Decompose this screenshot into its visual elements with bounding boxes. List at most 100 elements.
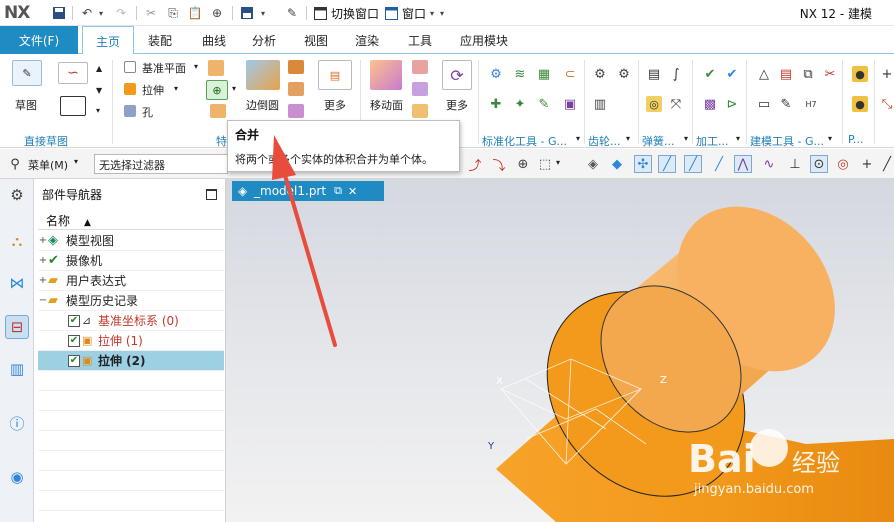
repeat-dropdown-icon[interactable]: ▾ [258, 4, 268, 22]
spring-icon-2[interactable]: ∫ [668, 66, 684, 82]
select-icon-1[interactable]: ⊕ [514, 155, 532, 173]
chamfer-icon[interactable] [288, 60, 304, 74]
feature-small-icon[interactable] [208, 60, 224, 76]
datum-dropdown-icon[interactable]: ▾ [194, 62, 198, 71]
sync-icon-1[interactable] [412, 60, 428, 74]
collapse-icon[interactable]: − [38, 295, 48, 306]
curve-icon[interactable]: ∽ [58, 62, 88, 84]
draft-icon[interactable] [288, 104, 304, 118]
tab-curve[interactable]: 曲线 [202, 32, 226, 49]
p-group-icon-4[interactable]: ⤡ [880, 96, 894, 112]
machining-icon-4[interactable]: ⊳ [724, 96, 740, 112]
menu-dropdown-icon[interactable]: ▾ [74, 157, 78, 166]
switch-window-label[interactable]: 切换窗口 [331, 5, 379, 22]
graphics-window[interactable]: ◈ _model1.prt ⧉ ✕ X Y Z Bai 经验 jingyan.b… [226, 179, 894, 522]
nav-item-extrude-1[interactable]: ✔ ▣ 拉伸 (1) [38, 331, 224, 351]
expand-icon[interactable]: + [38, 275, 48, 286]
nav-item-datum-csys[interactable]: ✔ ⊿ 基准坐标系 (0) [38, 311, 224, 331]
datum-plane-icon[interactable] [124, 61, 136, 73]
web-browser-icon[interactable]: ⓘ [5, 411, 29, 435]
edge-blend-label[interactable]: 边倒圆 [246, 97, 279, 113]
gc-icon-1[interactable]: ⚙ [488, 66, 504, 82]
gear-tool-icon-2[interactable]: ⚙ [616, 66, 632, 82]
unite-dropdown-icon[interactable]: ▾ [232, 84, 236, 93]
gc-icon-5[interactable]: ✦ [512, 96, 528, 112]
spring-icon-3[interactable]: ◎ [646, 96, 662, 112]
settings-icon[interactable]: ⚙ [5, 183, 29, 207]
feature-small-icon-2[interactable] [210, 104, 226, 118]
gear-tool-icon-1[interactable]: ⚙ [592, 66, 608, 82]
snap-center-icon[interactable]: ⊙ [810, 155, 828, 173]
p-group-icon-2[interactable]: ● [852, 96, 868, 112]
window-dropdown-icon[interactable]: ▾ [428, 4, 436, 22]
column-header-name[interactable]: 名称 ▲ [38, 210, 224, 230]
more-sync-label[interactable]: 更多 [446, 97, 468, 113]
visibility-checkbox[interactable]: ✔ [68, 334, 80, 347]
sort-ascending-icon[interactable]: ▲ [84, 218, 91, 228]
window-icon[interactable] [383, 4, 399, 22]
snap-tangent-icon[interactable]: ⊥ [786, 155, 804, 173]
gear-tool-icon-3[interactable]: ▥ [592, 96, 608, 112]
copy-icon[interactable]: ⎘ [164, 4, 182, 22]
sketch-scroll-up-icon[interactable]: ▲ [96, 64, 102, 73]
rectangle-icon[interactable] [60, 96, 86, 116]
nav-item-model-views[interactable]: + ◈ 模型视图 [38, 231, 224, 251]
sketch-scroll-down-icon[interactable]: ▼ [96, 86, 102, 95]
modeling-tool-icon-3[interactable]: ⧉ [800, 66, 816, 82]
type-filter-combo[interactable]: 无选择过滤器 [94, 154, 228, 174]
redo-icon[interactable]: ↷ [112, 4, 130, 22]
repeat-command-icon[interactable] [238, 4, 256, 22]
history-icon[interactable]: ◉ [5, 465, 29, 489]
group-standardization-dropdown-icon[interactable]: ▾ [576, 134, 580, 143]
visibility-checkbox[interactable]: ✔ [68, 354, 80, 367]
group-gear-dropdown-icon[interactable]: ▾ [626, 134, 630, 143]
sketch-icon[interactable]: ✎ [12, 60, 42, 86]
p-group-icon-1[interactable]: ● [852, 66, 868, 82]
view-icon-1[interactable]: ◈ [584, 155, 602, 173]
gc-icon-3[interactable]: ▦ [536, 66, 552, 82]
tab-render[interactable]: 渲染 [355, 32, 379, 49]
more-features-icon[interactable]: ▤ [318, 60, 352, 90]
gc-icon-4[interactable]: ✚ [488, 96, 504, 112]
touch-mode-icon[interactable]: ✎ [282, 4, 302, 22]
modeling-tool-icon-6[interactable]: ✎ [778, 96, 794, 112]
view-icon-2[interactable]: ◆ [608, 155, 626, 173]
sketch-button-label[interactable]: 草图 [15, 97, 37, 113]
switch-window-icon[interactable] [312, 4, 328, 22]
nav-item-model-history[interactable]: − ▰ 模型历史记录 [38, 291, 224, 311]
sync-icon-2[interactable] [412, 82, 428, 96]
tab-analysis[interactable]: 分析 [252, 32, 276, 49]
spring-icon-1[interactable]: ▤ [646, 66, 662, 82]
group-modeling-tools-dropdown-icon[interactable]: ▾ [828, 134, 832, 143]
visibility-checkbox[interactable]: ✔ [68, 314, 80, 327]
tab-applications[interactable]: 应用模块 [460, 32, 508, 49]
sync-icon-3[interactable] [412, 104, 428, 118]
modeling-tool-icon-1[interactable]: △ [756, 66, 772, 82]
modeling-tool-icon-5[interactable]: ▭ [756, 96, 772, 112]
snap-control-icon[interactable]: ╱ [710, 155, 728, 173]
menu-button[interactable]: 菜单(M) [28, 157, 68, 173]
group-machining-dropdown-icon[interactable]: ▾ [736, 134, 740, 143]
nav-item-extrude-2[interactable]: ✔ ▣ 拉伸 (2) [38, 351, 224, 371]
part-navigator-icon[interactable]: ⊟ [5, 315, 29, 339]
navigator-maximize-icon[interactable] [206, 189, 217, 200]
modeling-tool-icon-4[interactable]: ✂ [822, 66, 838, 82]
tab-view[interactable]: 视图 [304, 32, 328, 49]
modeling-tool-icon-2[interactable]: ▤ [778, 66, 794, 82]
expand-icon[interactable]: + [38, 235, 48, 246]
machining-icon-1[interactable]: ✔ [702, 66, 718, 82]
window-menu-label[interactable]: 窗口 [402, 5, 426, 22]
tab-tools[interactable]: 工具 [408, 32, 432, 49]
snap-icon-2[interactable]: ⤵ [490, 155, 508, 174]
tab-file[interactable]: 文件(F) [0, 26, 78, 54]
extrude-label[interactable]: 拉伸 [142, 82, 164, 98]
undo-dropdown-icon[interactable]: ▾ [96, 4, 106, 22]
snap-intersect-icon[interactable]: ⋀ [734, 155, 752, 173]
paste-special-icon[interactable]: ⊕ [208, 4, 226, 22]
hole-icon[interactable] [124, 105, 136, 117]
gc-icon-6[interactable]: ✎ [536, 96, 552, 112]
constraint-navigator-icon[interactable]: ⋈ [5, 271, 29, 295]
snap-icon-1[interactable]: ⤴ [466, 155, 484, 174]
assembly-navigator-icon[interactable]: ⛬ [5, 229, 29, 253]
command-finder-icon[interactable]: ⚲ [6, 155, 24, 173]
